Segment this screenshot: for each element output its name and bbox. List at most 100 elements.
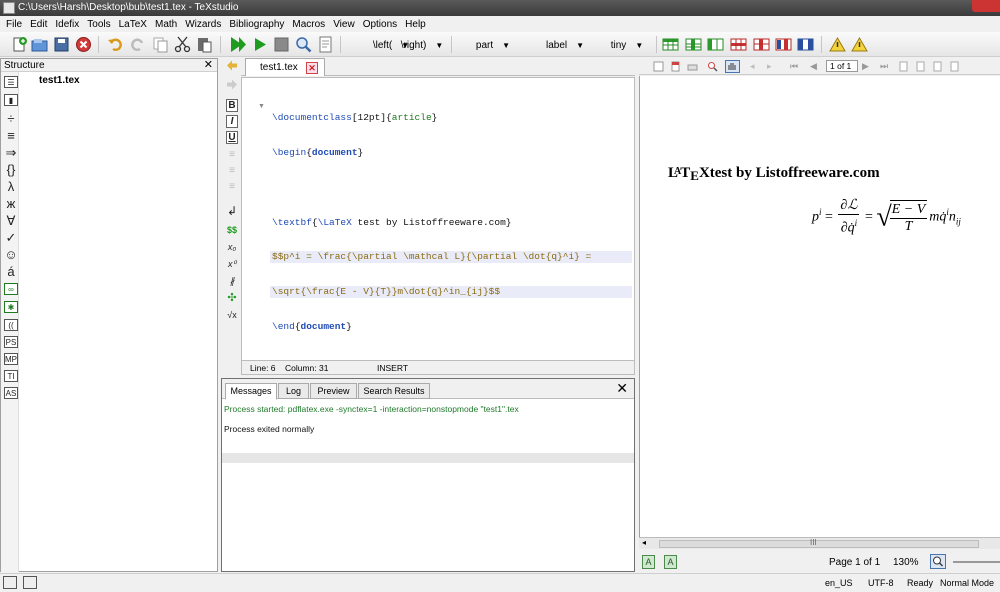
toggle-messages-icon[interactable] bbox=[23, 576, 37, 589]
structure-view-icon[interactable]: ☰ bbox=[4, 76, 18, 88]
paste-icon[interactable] bbox=[196, 36, 213, 53]
arrows-icon[interactable]: ⇒ bbox=[4, 145, 18, 160]
encoding-selector[interactable]: UTF-8 bbox=[868, 577, 894, 589]
bookmarks-icon[interactable]: ▮ bbox=[4, 94, 18, 106]
view-log-icon[interactable] bbox=[317, 36, 334, 53]
tab-preview[interactable]: Preview bbox=[310, 383, 357, 399]
toggle-structure-icon[interactable] bbox=[3, 576, 17, 589]
sqrt-icon[interactable]: √x bbox=[226, 309, 238, 322]
menu-options[interactable]: Options bbox=[361, 19, 403, 30]
window-close-button[interactable] bbox=[972, 0, 1000, 12]
table-add-column-icon[interactable] bbox=[685, 36, 702, 53]
operators-icon[interactable]: ÷ bbox=[4, 111, 18, 126]
view-pdf-icon[interactable] bbox=[295, 36, 312, 53]
table-align-icon[interactable] bbox=[797, 36, 814, 53]
references-dropdown[interactable]: label ▼ bbox=[533, 37, 597, 53]
align-right-icon[interactable]: ≡ bbox=[226, 180, 238, 193]
menu-tools[interactable]: Tools bbox=[85, 19, 116, 30]
menu-wizards[interactable]: Wizards bbox=[183, 19, 227, 30]
first-page-icon[interactable]: ⏮ bbox=[790, 61, 801, 72]
zoom-icon[interactable] bbox=[707, 61, 718, 72]
pdf-horizontal-scrollbar[interactable]: ◂ III bbox=[639, 537, 1000, 549]
font-size-dropdown[interactable]: tiny ▼ bbox=[602, 37, 652, 53]
sectioning-dropdown[interactable]: part ▼ bbox=[458, 37, 528, 53]
scroll-left-arrow-icon[interactable]: ◂ bbox=[642, 538, 646, 547]
save-icon[interactable] bbox=[53, 36, 70, 53]
tikz-icon[interactable]: TI bbox=[4, 370, 18, 382]
greek-icon[interactable]: λ bbox=[4, 179, 18, 194]
table-remove-column-icon[interactable] bbox=[753, 36, 770, 53]
underline-icon[interactable]: U bbox=[226, 131, 238, 144]
close-tab-icon[interactable]: ✕ bbox=[306, 62, 318, 74]
prev-page-arrow-icon[interactable]: ◂ bbox=[750, 61, 761, 72]
right-delimiter-dropdown[interactable]: \right) ▼ bbox=[398, 37, 446, 53]
zoom-level[interactable]: 130% bbox=[893, 557, 919, 568]
fold-marker-icon[interactable]: ▼ bbox=[258, 103, 265, 110]
menu-macros[interactable]: Macros bbox=[290, 19, 331, 30]
build-and-view-icon[interactable] bbox=[229, 36, 246, 53]
new-file-icon[interactable] bbox=[11, 36, 28, 53]
tab-messages[interactable]: Messages bbox=[225, 383, 277, 400]
delimiters-icon[interactable]: {} bbox=[4, 162, 18, 177]
pdf-fit-icon[interactable] bbox=[653, 61, 664, 72]
table-add-row-icon[interactable] bbox=[662, 36, 679, 53]
tab-test1-tex[interactable]: test1.tex ✕ bbox=[245, 58, 325, 76]
misc-text-icon[interactable]: ✓ bbox=[4, 230, 18, 245]
table-column-icon[interactable] bbox=[707, 36, 724, 53]
pdf-print-icon[interactable] bbox=[687, 61, 698, 72]
pdf-view-mode-icon[interactable] bbox=[932, 61, 943, 72]
dfrac-icon[interactable]: ✣ bbox=[226, 292, 238, 305]
zoom-slider[interactable] bbox=[953, 561, 1000, 563]
zoom-out-icon[interactable] bbox=[930, 554, 946, 569]
metapost-icon[interactable]: MP bbox=[4, 353, 18, 365]
sync-icon[interactable]: A bbox=[664, 555, 677, 569]
misc-math-icon[interactable]: ∀ bbox=[4, 213, 18, 228]
pdf-page-icon[interactable] bbox=[670, 61, 681, 72]
newline-icon[interactable]: ↲ bbox=[226, 205, 238, 218]
warning-icon[interactable] bbox=[829, 36, 846, 53]
sync-icon[interactable]: A bbox=[642, 555, 655, 569]
previous-page-icon[interactable]: ◀ bbox=[810, 61, 821, 72]
menu-file[interactable]: File bbox=[4, 19, 28, 30]
error-icon[interactable] bbox=[851, 36, 868, 53]
pdf-view-mode-icon[interactable] bbox=[949, 61, 960, 72]
pdf-viewer[interactable]: LATEXtest by Listoffreeware.com pi = ∂ℒ ∂… bbox=[639, 76, 1000, 537]
pstricks-icon[interactable]: PS bbox=[4, 336, 18, 348]
special-chars-icon[interactable]: ☺ bbox=[4, 247, 18, 262]
forward-arrow-icon[interactable] bbox=[226, 78, 238, 91]
tab-log[interactable]: Log bbox=[278, 383, 309, 399]
code-editor[interactable]: ▼ \documentclass[12pt]{article} \begin{d… bbox=[241, 77, 635, 361]
fraction-icon[interactable]: ∦ bbox=[226, 275, 238, 288]
compile-icon[interactable] bbox=[251, 36, 268, 53]
menu-view[interactable]: View bbox=[331, 19, 361, 30]
pstricks-brackets-icon[interactable]: (( bbox=[4, 319, 18, 331]
last-page-icon[interactable]: ⏭ bbox=[880, 61, 891, 72]
accents-icon[interactable]: á bbox=[4, 264, 18, 279]
close-messages-icon[interactable]: ✕ bbox=[616, 381, 628, 395]
structure-close-icon[interactable]: ✕ bbox=[204, 59, 213, 72]
asymptote-icon[interactable]: AS bbox=[4, 387, 18, 399]
align-center-icon[interactable]: ≡ bbox=[226, 164, 238, 177]
structure-tree-root[interactable]: test1.tex bbox=[39, 75, 80, 86]
redo-icon[interactable] bbox=[129, 36, 146, 53]
menu-latex[interactable]: LaTeX bbox=[117, 19, 153, 30]
bold-icon[interactable]: B bbox=[226, 99, 238, 112]
pdf-view-mode-icon[interactable] bbox=[915, 61, 926, 72]
menu-help[interactable]: Help bbox=[403, 19, 432, 30]
relations-icon[interactable]: ≡ bbox=[4, 128, 18, 143]
cut-icon[interactable] bbox=[174, 36, 191, 53]
menu-idefix[interactable]: Idefix bbox=[53, 19, 85, 30]
superscript-icon[interactable]: x⁰ bbox=[226, 258, 238, 271]
hand-tool-icon[interactable] bbox=[725, 60, 740, 73]
cyrillic-icon[interactable]: ж bbox=[4, 196, 18, 211]
tab-search-results[interactable]: Search Results bbox=[358, 383, 430, 399]
display-math-icon[interactable]: $$ bbox=[226, 224, 238, 237]
stop-compile-icon[interactable] bbox=[273, 36, 290, 53]
italic-icon[interactable]: I bbox=[226, 115, 238, 128]
menu-math[interactable]: Math bbox=[153, 19, 183, 30]
next-page-icon[interactable]: ▶ bbox=[862, 61, 873, 72]
back-arrow-icon[interactable] bbox=[226, 59, 238, 72]
table-cut-column-icon[interactable] bbox=[775, 36, 792, 53]
table-remove-row-icon[interactable] bbox=[730, 36, 747, 53]
scrollbar-thumb[interactable]: III bbox=[659, 538, 979, 548]
